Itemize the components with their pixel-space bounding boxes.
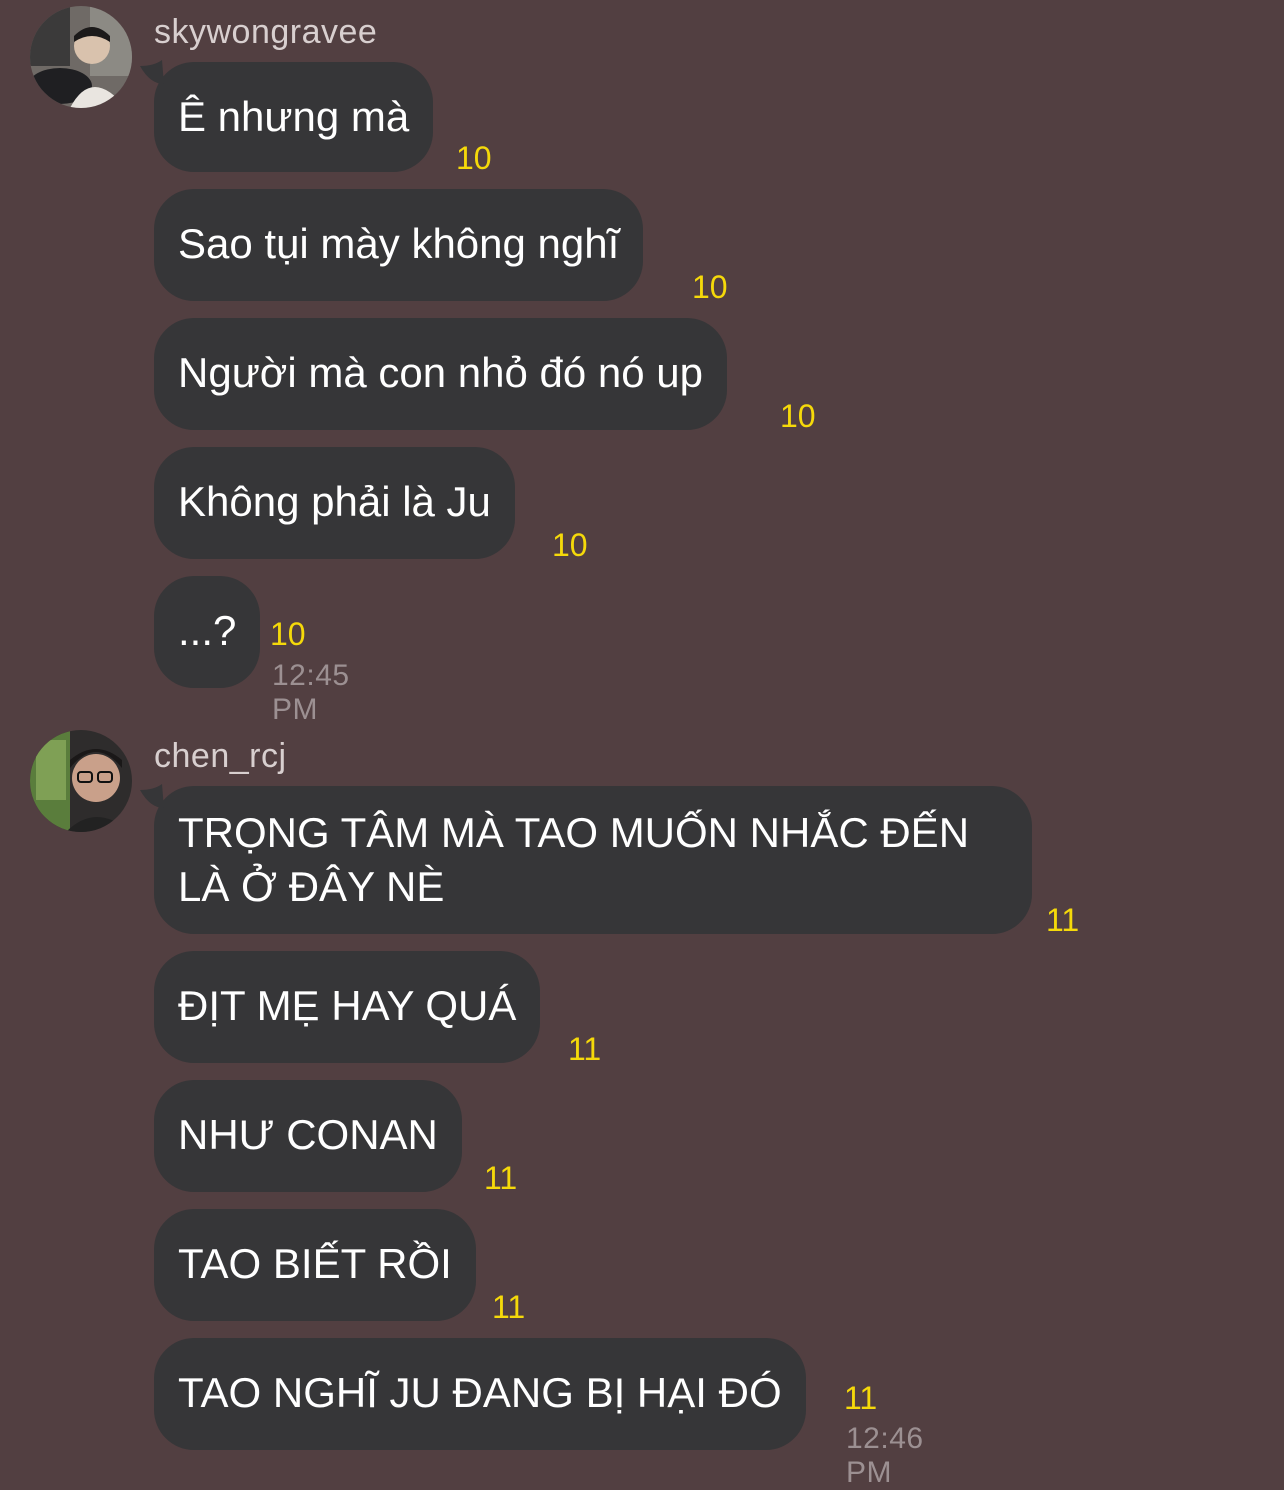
avatar-skywongravee[interactable] bbox=[30, 6, 132, 108]
reaction-count[interactable]: 11 bbox=[844, 1380, 877, 1416]
message-row: Không phải là Ju 10 bbox=[154, 447, 588, 563]
message-bubble[interactable]: TAO NGHĨ JU ĐANG BỊ HẠI ĐÓ bbox=[154, 1338, 806, 1450]
message-text: Không phải là Ju bbox=[178, 478, 491, 525]
bubble-tail-icon bbox=[140, 784, 164, 808]
message-row: ĐỊT MẸ HAY QUÁ 11 bbox=[154, 951, 601, 1067]
message-bubble[interactable]: ĐỊT MẸ HAY QUÁ bbox=[154, 951, 541, 1063]
reaction-count[interactable]: 11 bbox=[492, 1289, 525, 1325]
message-text: TAO NGHĨ JU ĐANG BỊ HẠI ĐÓ bbox=[178, 1369, 782, 1416]
bubble-tail-icon bbox=[140, 60, 164, 84]
message-text: NHƯ CONAN bbox=[178, 1111, 438, 1158]
message-row: Sao tụi mày không nghĩ 10 bbox=[154, 189, 728, 305]
message-bubble[interactable]: TAO BIẾT RỒI bbox=[154, 1209, 476, 1321]
message-bubble[interactable]: Ê nhưng mà bbox=[140, 60, 434, 172]
reaction-count[interactable]: 11 bbox=[568, 1031, 601, 1067]
reaction-count[interactable]: 10 bbox=[270, 616, 306, 652]
reaction-count[interactable]: 11 bbox=[1046, 902, 1079, 938]
message-bubble[interactable]: TRỌNG TÂM MÀ TAO MUỐN NHẮC ĐẾN LÀ Ở ĐÂY … bbox=[140, 784, 1032, 934]
message-bubble[interactable]: NHƯ CONAN bbox=[154, 1080, 462, 1192]
timestamp: 12:45 PM bbox=[272, 659, 350, 726]
reaction-count[interactable]: 10 bbox=[456, 140, 492, 176]
username[interactable]: skywongravee bbox=[154, 12, 377, 52]
message-text: TRỌNG TÂM MÀ TAO MUỐN NHẮC ĐẾN LÀ Ở ĐÂY … bbox=[178, 809, 970, 910]
message-bubble[interactable]: Không phải là Ju bbox=[154, 447, 515, 559]
message-bubble[interactable]: ...? bbox=[154, 576, 261, 688]
avatar-chen-rcj[interactable] bbox=[30, 730, 132, 832]
message-row: TAO NGHĨ JU ĐANG BỊ HẠI ĐÓ 11 12:46 PM bbox=[154, 1338, 923, 1489]
message-text: Sao tụi mày không nghĩ bbox=[178, 220, 620, 267]
message-row: NHƯ CONAN 11 bbox=[154, 1080, 517, 1196]
reaction-count[interactable]: 10 bbox=[692, 269, 728, 305]
message-bubble[interactable]: Sao tụi mày không nghĩ bbox=[154, 189, 644, 301]
message-row: ...? 10 12:45 PM bbox=[154, 576, 349, 726]
message-text: Ê nhưng mà bbox=[178, 93, 410, 140]
reaction-count[interactable]: 10 bbox=[552, 527, 588, 563]
message-text: ...? bbox=[178, 607, 237, 654]
message-row: TAO BIẾT RỒI 11 bbox=[154, 1209, 525, 1325]
message-row: TRỌNG TÂM MÀ TAO MUỐN NHẮC ĐẾN LÀ Ở ĐÂY … bbox=[140, 784, 1079, 938]
message-text: ĐỊT MẸ HAY QUÁ bbox=[178, 982, 517, 1029]
message-row: Người mà con nhỏ đó nó up 10 bbox=[154, 318, 816, 434]
message-text: Người mà con nhỏ đó nó up bbox=[178, 349, 703, 396]
username[interactable]: chen_rcj bbox=[154, 736, 287, 776]
timestamp: 12:46 PM bbox=[846, 1422, 924, 1489]
message-row: Ê nhưng mà 10 bbox=[140, 60, 492, 176]
message-bubble[interactable]: Người mà con nhỏ đó nó up bbox=[154, 318, 727, 430]
reaction-count[interactable]: 11 bbox=[484, 1160, 517, 1196]
message-text: TAO BIẾT RỒI bbox=[178, 1240, 452, 1287]
reaction-count[interactable]: 10 bbox=[780, 398, 816, 434]
